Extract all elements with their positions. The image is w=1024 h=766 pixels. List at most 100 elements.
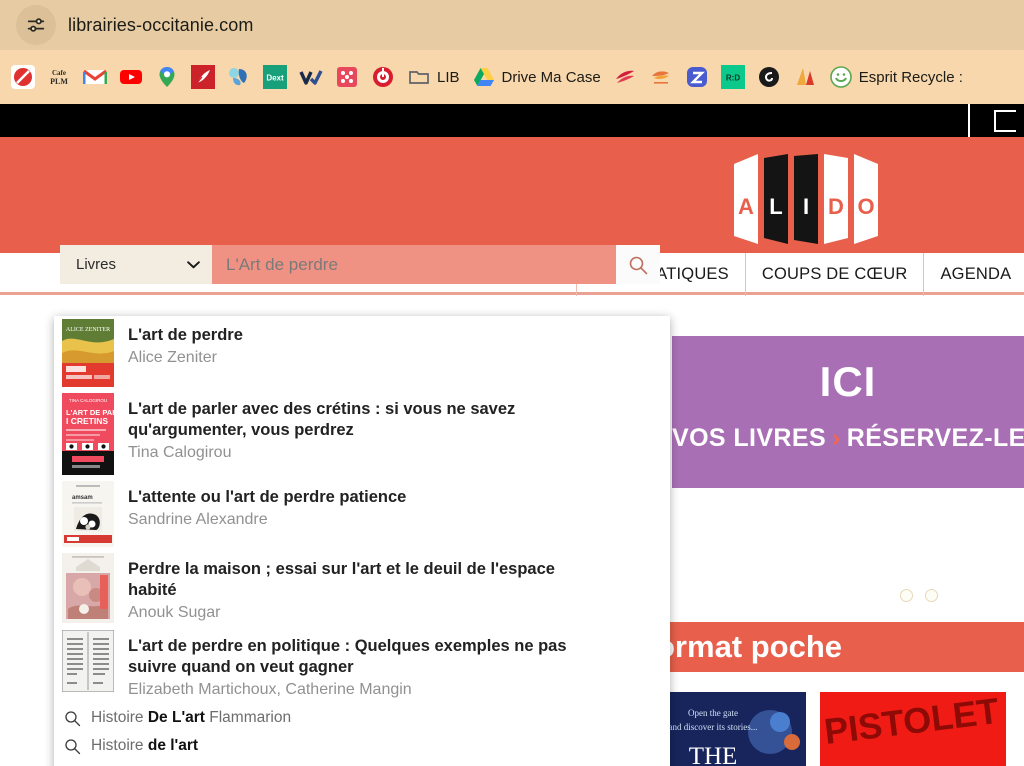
bookmark-item[interactable] <box>222 62 256 92</box>
suggestion-book-item[interactable]: ALICE ZENITER L'art de perdre Alice Zeni… <box>54 316 670 390</box>
suggestion-text: Perdre la maison ; essai sur l'art et le… <box>128 553 588 624</box>
chevron-down-icon <box>187 260 200 268</box>
bookmark-item-lib[interactable]: LIB <box>402 62 465 92</box>
svg-text:I CRETINS: I CRETINS <box>66 416 108 426</box>
suggestion-book-item[interactable]: TINA CALOGIROU L'ART DE PARLER I CRETINS… <box>54 390 670 478</box>
carousel-dots <box>900 589 938 602</box>
carousel-dot[interactable] <box>900 589 913 602</box>
book-thumbnail-cretins: TINA CALOGIROU L'ART DE PARLER I CRETINS <box>62 393 114 475</box>
alido-logo[interactable]: A L I D O <box>732 152 892 248</box>
bookmark-label: LIB <box>437 68 460 86</box>
suggestion-title: L'art de parler avec des crétins : si vo… <box>128 400 516 440</box>
bookmark-item-esprit-recycle[interactable]: Esprit Recycle : <box>824 62 968 92</box>
google-drive-icon <box>473 68 494 86</box>
webpage: A L I D O S THÉMATIQUES COUPS DE CŒUR AG… <box>0 104 1024 766</box>
book-cover-pistolet[interactable]: PISTOLET À LA PISSE <box>820 692 1006 766</box>
bookmark-item[interactable] <box>680 62 714 92</box>
carousel-dot[interactable] <box>925 589 938 602</box>
dext-icon: Dext <box>263 65 287 89</box>
blue-petal-icon <box>229 68 247 86</box>
zoom-z-icon <box>686 67 707 87</box>
promo-steps: VOS LIVRES›RÉSERVEZ-LES›R <box>672 424 1024 453</box>
bookmark-item[interactable] <box>6 62 40 92</box>
suggestion-author: Anouk Sugar <box>128 604 221 622</box>
nav-item-agenda[interactable]: AGENDA <box>924 253 1024 296</box>
suggestion-book-item[interactable]: Perdre la maison ; essai sur l'art et le… <box>54 550 670 627</box>
suggestion-title: L'art de perdre <box>128 326 243 344</box>
bookmark-item[interactable] <box>330 62 364 92</box>
url-text: librairies-occitanie.com <box>68 14 254 35</box>
search-icon <box>65 738 81 754</box>
svg-text:amsam: amsam <box>72 495 93 501</box>
screenshot-root: librairies-occitanie.com Cafe PLM Dext L… <box>0 0 1024 766</box>
bookmark-item[interactable] <box>644 62 678 92</box>
suggestion-title: L'attente ou l'art de perdre patience <box>128 488 407 506</box>
search-icon <box>65 710 81 726</box>
suggestion-query-item[interactable]: Histoire De L'art Flammarion <box>54 704 670 732</box>
browser-chrome: librairies-occitanie.com Cafe PLM Dext L… <box>0 0 1024 104</box>
search-input[interactable]: L'Art de perdre <box>212 245 616 284</box>
red-swoosh-icon <box>615 70 634 83</box>
suggestion-author: Alice Zeniter <box>128 349 217 367</box>
bookmark-item[interactable] <box>294 62 328 92</box>
svg-text:L: L <box>769 194 782 219</box>
google-maps-pin-icon <box>159 67 175 87</box>
svg-text:Open the gate: Open the gate <box>688 708 738 718</box>
orange-mountain-icon <box>796 68 814 85</box>
svg-text:Dext: Dext <box>266 74 284 83</box>
book-thumbnail-en-politique <box>62 630 114 693</box>
bookmark-item[interactable] <box>366 62 400 92</box>
top-bar-divider <box>968 104 970 137</box>
svg-text:A: A <box>738 194 754 219</box>
bookmark-item[interactable]: R:D <box>716 62 750 92</box>
site-settings-icon[interactable] <box>16 5 56 45</box>
bookmark-item[interactable]: Dext <box>258 62 292 92</box>
bookmark-item[interactable] <box>608 62 642 92</box>
nav-item-coups-de-coeur[interactable]: COUPS DE CŒUR <box>746 253 925 296</box>
suggestion-title: Perdre la maison ; essai sur l'art et le… <box>128 560 555 600</box>
svg-text:ALICE ZENITER: ALICE ZENITER <box>66 327 110 333</box>
bookmark-item[interactable] <box>78 62 112 92</box>
suggestion-text: L'art de parler avec des crétins : si vo… <box>128 393 588 464</box>
book-thumbnail-lart-de-perdre: ALICE ZENITER <box>62 319 114 387</box>
bookmark-label: Esprit Recycle : <box>858 68 963 86</box>
bookmark-label: Drive Ma Case <box>501 68 601 86</box>
vv-checkmark-icon <box>299 70 323 85</box>
orange-bird-icon <box>651 71 669 84</box>
bookmark-item-drive-ma-case[interactable]: Drive Ma Case <box>467 62 606 92</box>
youtube-icon <box>120 70 142 84</box>
svg-text:and discover its stories...: and discover its stories... <box>669 722 758 732</box>
red-target-icon <box>373 67 393 87</box>
svg-text:PLM: PLM <box>50 77 68 86</box>
suggestion-text: L'art de perdre en politique : Quelques … <box>128 630 588 701</box>
bookmark-item[interactable]: Cafe PLM <box>42 62 76 92</box>
svg-text:R:D: R:D <box>726 74 740 83</box>
top-bar-corner-glyph <box>994 110 1016 132</box>
suggestion-query-item[interactable]: L'Art De S'Apprivoiser <box>54 760 670 766</box>
search-category-select[interactable]: Livres <box>60 245 212 284</box>
promo-banner[interactable]: ICI VOS LIVRES›RÉSERVEZ-LES›R <box>672 336 1024 488</box>
suggestion-author: Elizabeth Martichoux, Catherine Mangin <box>128 681 412 699</box>
suggestion-book-item[interactable]: L'art de perdre en politique : Quelques … <box>54 627 670 704</box>
suggestion-book-item[interactable]: amsam L'attente ou l'art de perdre patie… <box>54 478 670 550</box>
address-bar[interactable]: librairies-occitanie.com <box>16 5 916 45</box>
green-rd-icon: R:D <box>720 65 745 89</box>
folder-icon <box>409 71 429 84</box>
query-suggestion-list: Histoire De L'art Flammarion Histoire de … <box>54 704 670 766</box>
suggestion-query-text: Histoire De L'art Flammarion <box>91 709 292 727</box>
suggestion-query-item[interactable]: Histoire de l'art <box>54 732 670 760</box>
bookmark-item[interactable] <box>752 62 786 92</box>
bookmark-item[interactable] <box>150 62 184 92</box>
cafe-plum-icon: CafePLM <box>47 65 71 89</box>
svg-text:I: I <box>803 194 809 219</box>
svg-text:TINA CALOGIROU: TINA CALOGIROU <box>69 398 107 403</box>
red-dice-icon <box>337 67 357 87</box>
bookmark-item[interactable] <box>186 62 220 92</box>
search-submit-button[interactable] <box>616 245 660 284</box>
magnifier-icon <box>629 256 648 274</box>
search-suggestions-dropdown: ALICE ZENITER L'art de perdre Alice Zeni… <box>54 316 670 766</box>
bookmark-item[interactable] <box>114 62 148 92</box>
bookmark-item[interactable] <box>788 62 822 92</box>
search-category-value: Livres <box>76 256 117 273</box>
svg-text:O: O <box>857 194 874 219</box>
